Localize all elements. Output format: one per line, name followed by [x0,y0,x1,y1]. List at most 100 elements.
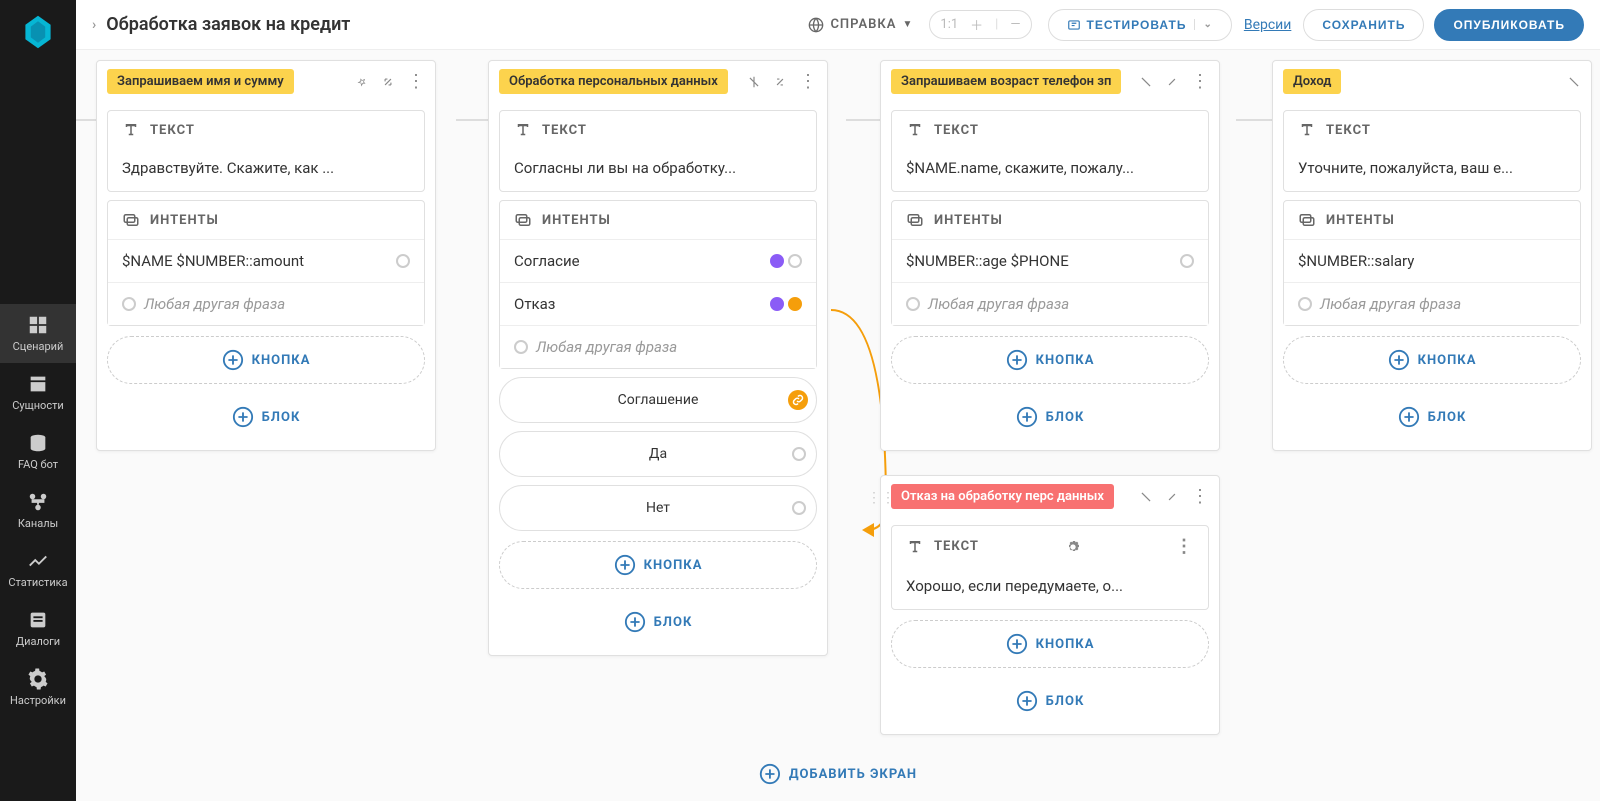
help-dropdown[interactable]: СПРАВКА ▼ [808,17,913,33]
zoom-out-button[interactable]: — [1004,17,1026,32]
intent-row[interactable]: $NUMBER::age $PHONE [892,239,1208,282]
intents-block[interactable]: ИНТЕНТЫ $NUMBER::age $PHONE Любая другая… [891,200,1209,326]
zoom-level[interactable]: 1:1 [934,17,964,32]
zoom-controls: 1:1 ＋ | — [929,10,1031,39]
pin-icon[interactable] [355,75,369,89]
card-title: Обработка персональных данных [499,69,728,94]
intent-row[interactable]: $NAME $NUMBER::amount [108,239,424,282]
pin-icon[interactable] [1139,490,1153,504]
text-block[interactable]: ТЕКСТ Уточните, пожалуйста, ваш е... [1283,110,1581,192]
card-income[interactable]: Доход ТЕКСТ Уточните, пожалуйста, ваш е.… [1272,60,1592,451]
add-block-row[interactable]: БЛОК [1283,394,1581,440]
link-icon[interactable] [788,390,808,410]
connector-dot[interactable] [788,297,802,311]
card-name-amount[interactable]: Запрашиваем имя и сумму ⋮ ТЕКСТ Здравств… [96,60,436,451]
add-block-row[interactable]: БЛОК [891,394,1209,440]
add-screen-button[interactable]: ДОБАВИТЬ ЭКРАН [759,763,917,785]
intents-block[interactable]: ИНТЕНТЫ Согласие Отказ Любая другая фраз… [499,200,817,369]
sidebar-item-settings[interactable]: Настройки [0,658,76,717]
intent-row-other[interactable]: Любая другая фраза [500,325,816,368]
chevron-down-icon: ⌄ [1194,19,1212,30]
text-block[interactable]: ТЕКСТ ⋮ Хорошо, если передумаете, о... [891,525,1209,610]
connector-dot[interactable] [906,297,920,311]
sidebar: Сценарий Сущности FAQ бот Каналы Статист… [0,0,76,801]
text-block[interactable]: ТЕКСТ $NAME.name, скажите, пожалу... [891,110,1209,192]
sidebar-label: FAQ бот [18,458,58,471]
sidebar-item-dialogs[interactable]: Диалоги [0,599,76,658]
pin-icon[interactable] [1139,75,1153,89]
page-title: Обработка заявок на кредит [106,14,350,35]
button-pill[interactable]: Соглашение [499,377,817,423]
add-block-row[interactable]: БЛОК [499,599,817,645]
sidebar-item-scenario[interactable]: Сценарий [0,304,76,363]
expand-icon[interactable] [381,75,395,89]
sidebar-label: Диалоги [16,635,60,648]
sidebar-item-faq[interactable]: FAQ бот [0,422,76,481]
expand-icon[interactable] [1165,75,1179,89]
card-title: Запрашиваем имя и сумму [107,69,294,94]
add-button-row[interactable]: КНОПКА [891,620,1209,668]
card-personal-data[interactable]: Обработка персональных данных ⋮ ТЕКСТ Со… [488,60,828,656]
intents-block[interactable]: ИНТЕНТЫ $NAME $NUMBER::amount Любая друг… [107,200,425,326]
add-button-row[interactable]: КНОПКА [891,336,1209,384]
pin-icon[interactable] [747,75,761,89]
intent-row-other[interactable]: Любая другая фраза [108,282,424,325]
intent-row-other[interactable]: Любая другая фраза [1284,282,1580,325]
button-pill[interactable]: Нет [499,485,817,531]
sidebar-label: Сущности [12,399,63,412]
expand-icon[interactable] [1165,490,1179,504]
button-pill[interactable]: Да [499,431,817,477]
more-icon[interactable]: ⋮ [407,73,425,91]
gear-icon[interactable] [1065,539,1081,555]
text-block[interactable]: ТЕКСТ Согласны ли вы на обработку... [499,110,817,192]
connector-dot[interactable] [122,297,136,311]
intent-row[interactable]: $NUMBER::salary [1284,239,1580,282]
sidebar-label: Статистика [8,576,67,589]
connector-dot[interactable] [1180,254,1194,268]
publish-button[interactable]: ОПУБЛИКОВАТЬ [1434,9,1584,41]
pin-icon[interactable] [1567,75,1581,89]
sidebar-item-channels[interactable]: Каналы [0,481,76,540]
intent-row-other[interactable]: Любая другая фраза [892,282,1208,325]
chevron-down-icon: ▼ [902,19,913,30]
sidebar-item-stats[interactable]: Статистика [0,540,76,599]
intents-block[interactable]: ИНТЕНТЫ $NUMBER::salary Любая другая фра… [1283,200,1581,326]
intent-row[interactable]: Отказ [500,282,816,325]
sidebar-item-entities[interactable]: Сущности [0,363,76,422]
more-icon[interactable]: ⋮ [799,73,817,91]
chevron-right-icon[interactable]: › [92,17,96,33]
connector-dot[interactable] [1298,297,1312,311]
text-content: Хорошо, если передумаете, о... [892,567,1208,609]
connector-dot[interactable] [792,447,806,461]
canvas[interactable]: Запрашиваем имя и сумму ⋮ ТЕКСТ Здравств… [76,50,1600,801]
more-icon[interactable]: ⋮ [1191,73,1209,91]
text-content: Здравствуйте. Скажите, как ... [108,149,424,191]
connector-dot[interactable] [514,340,528,354]
text-block[interactable]: ТЕКСТ Здравствуйте. Скажите, как ... [107,110,425,192]
add-button-row[interactable]: КНОПКА [499,541,817,589]
tag-dot [770,297,784,311]
expand-icon[interactable] [773,75,787,89]
zoom-in-button[interactable]: ＋ [964,15,989,34]
add-button-row[interactable]: КНОПКА [1283,336,1581,384]
text-content: $NAME.name, скажите, пожалу... [892,149,1208,191]
test-button[interactable]: ТЕСТИРОВАТЬ ⌄ [1048,9,1232,41]
connector-dot[interactable] [788,254,802,268]
add-block-row[interactable]: БЛОК [891,678,1209,724]
sidebar-label: Настройки [10,694,66,707]
tag-dot [770,254,784,268]
intent-row[interactable]: Согласие [500,239,816,282]
add-button-row[interactable]: КНОПКА [107,336,425,384]
add-block-row[interactable]: БЛОК [107,394,425,440]
card-age-phone[interactable]: Запрашиваем возраст телефон зп ⋮ ТЕКСТ $… [880,60,1220,451]
connector-dot[interactable] [792,501,806,515]
drag-handle-icon[interactable]: ⋮⋮ [867,490,895,506]
more-icon[interactable]: ⋮ [1191,488,1209,506]
text-content: Согласны ли вы на обработку... [500,149,816,191]
more-icon[interactable]: ⋮ [1175,536,1194,557]
versions-link[interactable]: Версии [1244,17,1292,33]
card-refusal[interactable]: ⋮⋮ Отказ на обработку перс данных ⋮ ТЕКС… [880,475,1220,735]
connector-dot[interactable] [396,254,410,268]
save-button[interactable]: СОХРАНИТЬ [1303,9,1424,41]
card-title: Отказ на обработку перс данных [891,484,1114,509]
